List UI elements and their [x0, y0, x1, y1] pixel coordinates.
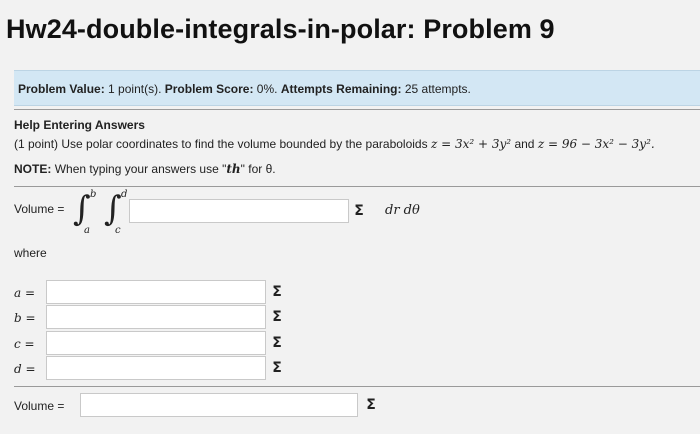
problem-info-bar: Problem Value: 1 point(s). Problem Score… — [14, 70, 700, 106]
volume-label: Volume = — [14, 202, 65, 216]
problem-score-label: Problem Score: — [164, 82, 254, 96]
c-label: c = — [14, 337, 35, 351]
equation-editor-icon[interactable]: Σ — [268, 283, 286, 301]
d-input[interactable] — [46, 356, 266, 380]
divider — [14, 109, 700, 110]
outer-lower-limit: a — [84, 225, 90, 236]
b-label: b = — [14, 311, 36, 325]
outer-integral-sign: ∫ — [73, 189, 91, 229]
note-line: NOTE: When typing your answers use "th" … — [14, 162, 276, 176]
b-input[interactable] — [46, 305, 266, 329]
equation-editor-icon[interactable]: Σ — [350, 202, 368, 220]
final-volume-label: Volume = — [14, 399, 65, 413]
page-title: Hw24-double-integrals-in-polar: Problem … — [6, 14, 555, 44]
a-label: a = — [14, 286, 36, 300]
equation-1: z = 3x² + 3y² — [430, 137, 512, 151]
inner-lower-limit: c — [115, 225, 121, 236]
equation-editor-icon[interactable]: Σ — [268, 359, 286, 377]
problem-value-label: Problem Value: — [18, 82, 105, 96]
note-th: th — [226, 162, 241, 176]
problem-statement: (1 point) Use polar coordinates to find … — [14, 137, 655, 151]
help-entering-answers-link[interactable]: Help Entering Answers — [14, 118, 145, 132]
integrand-input[interactable] — [129, 199, 349, 223]
d-label: d = — [14, 362, 36, 376]
divider — [14, 186, 700, 187]
equation-2: z = 96 − 3x² − 3y². — [537, 137, 655, 151]
note-text-end: " for θ. — [240, 162, 276, 176]
equation-editor-icon[interactable]: Σ — [268, 334, 286, 352]
equation-editor-icon[interactable]: Σ — [362, 396, 380, 414]
a-input[interactable] — [46, 280, 266, 304]
attempts-remaining-label: Attempts Remaining: — [280, 82, 402, 96]
inner-integral-sign: ∫ — [104, 189, 122, 229]
differential-label: dr dθ — [385, 203, 420, 218]
outer-upper-limit: b — [90, 189, 97, 200]
inner-upper-limit: d — [121, 189, 128, 200]
note-text-start: When typing your answers use " — [54, 162, 227, 176]
divider — [14, 386, 700, 387]
problem-prefix: (1 point) Use polar coordinates to find … — [14, 137, 428, 151]
attempts-remaining: 25 attempts. — [404, 82, 471, 96]
note-label: NOTE: — [14, 162, 52, 176]
final-volume-input[interactable] — [80, 393, 358, 417]
problem-value: 1 point(s). — [108, 82, 162, 96]
and-text: and — [514, 137, 535, 151]
c-input[interactable] — [46, 331, 266, 355]
where-label: where — [14, 246, 47, 260]
problem-score: 0%. — [256, 82, 278, 96]
equation-editor-icon[interactable]: Σ — [268, 308, 286, 326]
